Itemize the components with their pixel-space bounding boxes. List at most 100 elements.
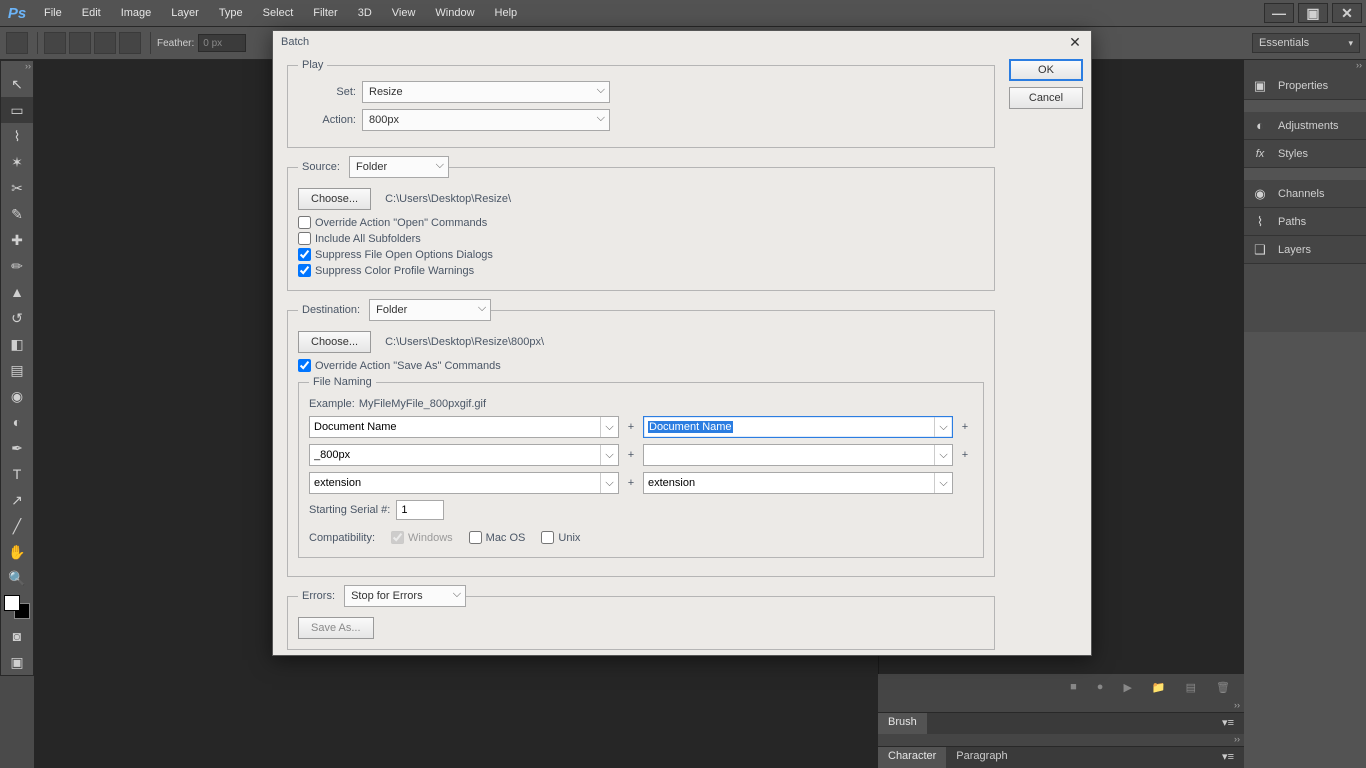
panel-menu-icon[interactable]: ▾≡	[1212, 713, 1244, 734]
quickmask-tool[interactable]: ◙	[1, 623, 33, 649]
dialog-titlebar[interactable]: Batch ✕	[273, 31, 1091, 53]
starting-serial-input[interactable]	[396, 500, 444, 520]
eyedropper-tool[interactable]: ✎	[1, 201, 33, 227]
panel-channels[interactable]: ◉ Channels	[1244, 180, 1366, 208]
filename-slot-1[interactable]: ⌵	[309, 416, 619, 438]
panel-menu-icon[interactable]: ▾≡	[1212, 747, 1244, 768]
set-select[interactable]: Resize	[362, 81, 610, 103]
pen-tool[interactable]: ✒	[1, 435, 33, 461]
folder-icon[interactable]: 📁	[1152, 681, 1166, 694]
foreground-swatch[interactable]	[4, 595, 20, 611]
dialog-close-button[interactable]: ✕	[1067, 34, 1083, 50]
workspace-selector[interactable]: Essentials ▾	[1252, 33, 1360, 53]
action-select[interactable]: 800px	[362, 109, 610, 131]
panel-collapse-icon[interactable]: ››	[1244, 60, 1366, 72]
dodge-tool[interactable]: ◐	[1, 409, 33, 435]
ok-button[interactable]: OK	[1009, 59, 1083, 81]
panel-collapse-icon[interactable]: ››	[1, 61, 33, 71]
menu-view[interactable]: View	[382, 0, 426, 26]
chevron-down-icon[interactable]: ⌵	[600, 445, 618, 465]
menu-edit[interactable]: Edit	[72, 0, 111, 26]
include-subfolders-checkbox[interactable]	[298, 232, 311, 245]
filename-slot-2-input[interactable]: Document Name	[644, 421, 733, 433]
filename-slot-3-input[interactable]	[310, 446, 600, 464]
hand-tool[interactable]: ✋	[1, 539, 33, 565]
history-brush-tool[interactable]: ↺	[1, 305, 33, 331]
panel-layers[interactable]: ❑ Layers	[1244, 236, 1366, 264]
menu-file[interactable]: File	[34, 0, 72, 26]
tab-brush[interactable]: Brush	[878, 713, 927, 734]
compat-unix-checkbox[interactable]	[541, 531, 554, 544]
new-icon[interactable]: ▤	[1186, 681, 1196, 694]
crop-tool[interactable]: ✂	[1, 175, 33, 201]
window-minimize-button[interactable]: —	[1264, 3, 1294, 23]
zoom-tool[interactable]: 🔍	[1, 565, 33, 591]
chevron-down-icon[interactable]: ⌵	[934, 473, 952, 493]
errors-select[interactable]: Stop for Errors	[344, 585, 466, 607]
menu-window[interactable]: Window	[425, 0, 484, 26]
eraser-tool[interactable]: ◧	[1, 331, 33, 357]
menu-filter[interactable]: Filter	[303, 0, 347, 26]
filename-slot-5[interactable]: ⌵	[309, 472, 619, 494]
suppress-colorprofile-checkbox[interactable]	[298, 264, 311, 277]
panel-properties[interactable]: ▣ Properties	[1244, 72, 1366, 100]
filename-slot-4-input[interactable]	[644, 446, 934, 464]
add-selection-icon[interactable]	[69, 32, 91, 54]
filename-slot-5-input[interactable]	[310, 474, 600, 492]
source-choose-button[interactable]: Choose...	[298, 188, 371, 210]
filename-slot-2[interactable]: Document Name ⌵	[643, 416, 953, 438]
window-close-button[interactable]: ✕	[1332, 3, 1362, 23]
chevron-down-icon[interactable]: ⌵	[934, 417, 952, 437]
filename-slot-6-input[interactable]	[644, 474, 934, 492]
tab-character[interactable]: Character	[878, 747, 946, 768]
marquee-tool[interactable]: ▭	[1, 97, 33, 123]
filename-slot-3[interactable]: ⌵	[309, 444, 619, 466]
filename-slot-4[interactable]: ⌵	[643, 444, 953, 466]
menu-image[interactable]: Image	[111, 0, 162, 26]
suppress-fileopen-checkbox[interactable]	[298, 248, 311, 261]
chevron-down-icon[interactable]: ⌵	[934, 445, 952, 465]
panel-styles[interactable]: fx Styles	[1244, 140, 1366, 168]
magic-wand-tool[interactable]: ✶	[1, 149, 33, 175]
override-saveas-checkbox[interactable]	[298, 359, 311, 372]
feather-input[interactable]	[198, 34, 246, 52]
menu-type[interactable]: Type	[209, 0, 253, 26]
chevron-down-icon[interactable]: ⌵	[600, 417, 618, 437]
menu-help[interactable]: Help	[485, 0, 528, 26]
intersect-selection-icon[interactable]	[119, 32, 141, 54]
tab-paragraph[interactable]: Paragraph	[946, 747, 1017, 768]
panel-adjustments[interactable]: ◐ Adjustments	[1244, 112, 1366, 140]
tool-preset-icon[interactable]	[6, 32, 28, 54]
screenmode-tool[interactable]: ▣	[1, 649, 33, 675]
menu-select[interactable]: Select	[253, 0, 304, 26]
record-icon[interactable]: ●	[1097, 681, 1104, 693]
move-tool[interactable]: ↖	[1, 71, 33, 97]
menu-layer[interactable]: Layer	[161, 0, 209, 26]
panel-collapse-icon[interactable]: ››	[878, 734, 1244, 746]
compat-macos-checkbox[interactable]	[469, 531, 482, 544]
brush-tool[interactable]: ✏	[1, 253, 33, 279]
color-swatches[interactable]	[4, 595, 30, 619]
gradient-tool[interactable]: ▤	[1, 357, 33, 383]
filename-slot-6[interactable]: ⌵	[643, 472, 953, 494]
type-tool[interactable]: T	[1, 461, 33, 487]
source-select[interactable]: Folder	[349, 156, 449, 178]
stop-icon[interactable]: ■	[1070, 681, 1077, 693]
clone-stamp-tool[interactable]: ▲	[1, 279, 33, 305]
subtract-selection-icon[interactable]	[94, 32, 116, 54]
lasso-tool[interactable]: ⌇	[1, 123, 33, 149]
window-restore-button[interactable]: ▣	[1298, 3, 1328, 23]
filename-slot-1-input[interactable]	[310, 418, 600, 436]
destination-choose-button[interactable]: Choose...	[298, 331, 371, 353]
override-open-checkbox[interactable]	[298, 216, 311, 229]
trash-icon[interactable]: 🗑	[1216, 681, 1230, 694]
path-selection-tool[interactable]: ↗	[1, 487, 33, 513]
cancel-button[interactable]: Cancel	[1009, 87, 1083, 109]
new-selection-icon[interactable]	[44, 32, 66, 54]
chevron-down-icon[interactable]: ⌵	[600, 473, 618, 493]
panel-collapse-icon[interactable]: ››	[878, 700, 1244, 712]
line-tool[interactable]: ╱	[1, 513, 33, 539]
blur-tool[interactable]: ◉	[1, 383, 33, 409]
healing-brush-tool[interactable]: ✚	[1, 227, 33, 253]
destination-select[interactable]: Folder	[369, 299, 491, 321]
